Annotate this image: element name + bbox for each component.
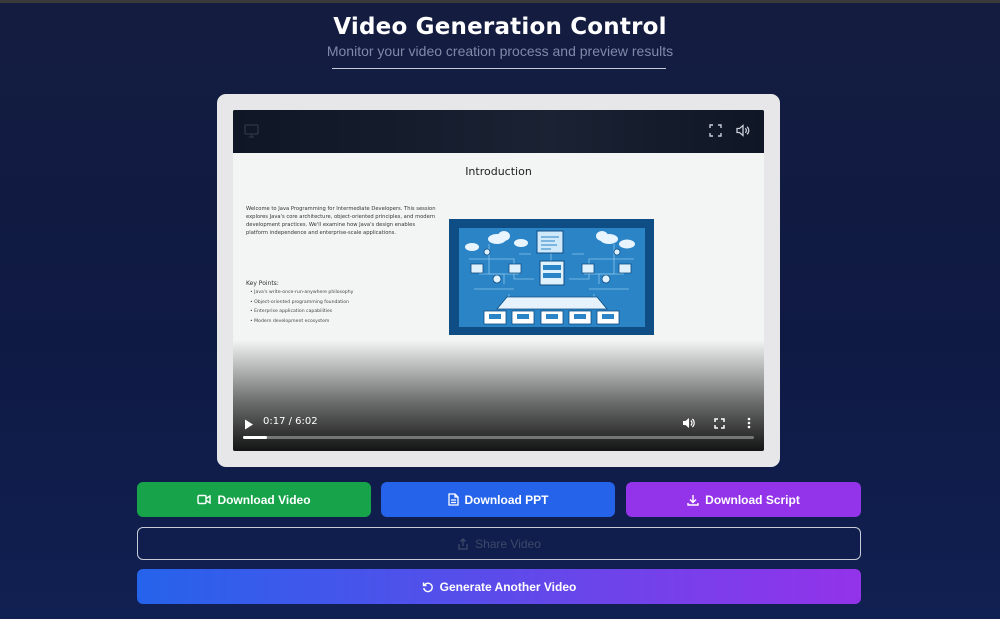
volume-icon[interactable] xyxy=(682,416,695,434)
video-time: 0:17 / 6:02 xyxy=(263,416,318,427)
slide-paragraph: Welcome to Java Programming for Intermed… xyxy=(246,206,436,236)
volume-icon[interactable] xyxy=(736,124,750,142)
key-points-list: Java's write-once-run-anywhere philosoph… xyxy=(250,288,353,326)
download-video-label: Download Video xyxy=(217,492,311,507)
key-point: Java's write-once-run-anywhere philosoph… xyxy=(250,288,353,298)
download-ppt-button[interactable]: Download PPT xyxy=(381,482,615,517)
page-header: Video Generation Control Monitor your vi… xyxy=(0,12,1000,60)
fullscreen-icon[interactable] xyxy=(714,416,725,434)
slide-title: Introduction xyxy=(465,165,532,178)
document-icon xyxy=(447,493,459,506)
more-options-icon[interactable] xyxy=(747,416,751,434)
key-points-heading: Key Points: xyxy=(246,280,279,287)
video-progress-bar[interactable] xyxy=(243,436,754,439)
video-progress-fill xyxy=(243,436,268,439)
download-video-button[interactable]: Download Video xyxy=(137,482,371,517)
share-video-button[interactable]: Share Video xyxy=(137,527,861,560)
key-point: Object-oriented programming foundation xyxy=(250,298,353,308)
header-divider xyxy=(332,68,666,69)
video-top-bar xyxy=(233,110,764,153)
share-video-label: Share Video xyxy=(475,536,541,551)
key-point: Modern development ecosystem xyxy=(250,317,353,327)
download-ppt-label: Download PPT xyxy=(464,492,549,507)
page-title: Video Generation Control xyxy=(333,14,667,40)
key-point: Enterprise application capabilities xyxy=(250,307,353,317)
video-camera-icon xyxy=(197,494,212,505)
refresh-icon xyxy=(422,582,433,592)
fullscreen-icon[interactable] xyxy=(709,124,722,142)
generate-another-video-button[interactable]: Generate Another Video xyxy=(137,569,861,604)
video-controls: 0:17 / 6:02 xyxy=(233,408,764,451)
share-icon xyxy=(458,537,468,550)
cloud-architecture-illustration xyxy=(449,219,654,335)
download-script-label: Download Script xyxy=(705,492,800,507)
monitor-icon xyxy=(244,124,259,143)
video-card: Introduction Welcome to Java Programming… xyxy=(217,94,780,467)
page-subtitle: Monitor your video creation process and … xyxy=(326,43,674,59)
play-icon[interactable] xyxy=(244,417,254,435)
video-player[interactable]: Introduction Welcome to Java Programming… xyxy=(233,110,764,451)
download-icon xyxy=(687,494,699,506)
generate-another-video-label: Generate Another Video xyxy=(439,579,577,594)
download-script-button[interactable]: Download Script xyxy=(626,482,861,517)
